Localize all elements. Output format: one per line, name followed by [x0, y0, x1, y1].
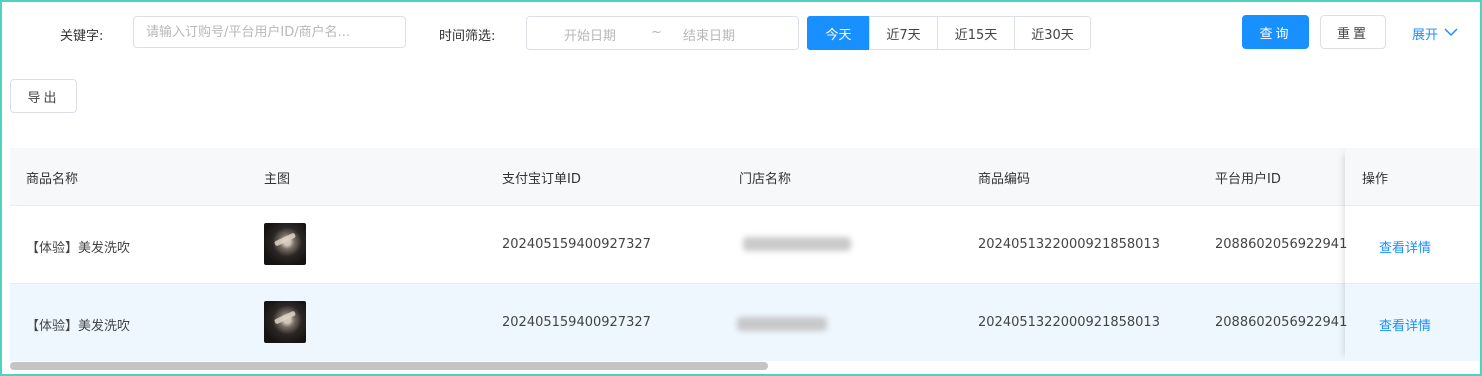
orders-table: 商品名称 主图 支付宝订单ID 门店名称 商品编码 平台用户ID 操作 【体验】…: [10, 148, 1480, 362]
quick-range-7-days[interactable]: 近7天: [869, 16, 938, 50]
column-header-platform-user-id: 平台用户ID: [1215, 172, 1281, 187]
reset-button[interactable]: 重置: [1320, 15, 1386, 49]
store-name-redacted: [743, 237, 851, 251]
quick-range-today[interactable]: 今天: [807, 16, 870, 50]
keyword-label: 关键字:: [60, 29, 104, 44]
end-date-input[interactable]: 结束日期: [683, 25, 735, 44]
column-header-product-name: 商品名称: [26, 172, 79, 187]
product-code-cell: 2024051322000921858013: [978, 315, 1160, 330]
column-header-alipay-order-id: 支付宝订单ID: [502, 172, 581, 187]
keyword-input[interactable]: [133, 16, 406, 48]
platform-user-id-cell: 2088602056922941: [1215, 315, 1348, 330]
quick-range-30-days[interactable]: 近30天: [1014, 16, 1091, 50]
order-list-panel: 关键字: 时间筛选: 开始日期 ~ 结束日期 今天 近7天 近15天 近30天 …: [0, 0, 1482, 376]
start-date-input[interactable]: 开始日期: [564, 25, 616, 44]
alipay-order-id-cell: 202405159400927327: [502, 237, 651, 252]
column-header-main-image: 主图: [264, 172, 291, 187]
quick-range-15-days[interactable]: 近15天: [937, 16, 1015, 50]
table-row: 【体验】美发洗吹 202405159400927327 202405132200…: [10, 205, 1480, 283]
alipay-order-id-cell: 202405159400927327: [502, 315, 651, 330]
quick-range-group: 今天 近7天 近15天 近30天: [807, 16, 1091, 50]
product-name-cell: 【体验】美发洗吹: [26, 241, 131, 256]
time-filter-label: 时间筛选:: [439, 29, 496, 44]
table-header: 商品名称 主图 支付宝订单ID 门店名称 商品编码 平台用户ID 操作: [10, 148, 1480, 205]
export-button[interactable]: 导出: [10, 79, 77, 113]
search-button[interactable]: 查询: [1242, 15, 1309, 49]
column-header-product-code: 商品编码: [978, 172, 1031, 187]
column-header-store-name: 门店名称: [739, 172, 792, 187]
horizontal-scrollbar[interactable]: [10, 362, 768, 370]
product-name-cell: 【体验】美发洗吹: [26, 319, 131, 334]
store-name-redacted: [737, 317, 827, 331]
product-code-cell: 2024051322000921858013: [978, 237, 1160, 252]
platform-user-id-cell: 2088602056922941: [1215, 237, 1348, 252]
date-range-picker[interactable]: 开始日期 ~ 结束日期: [526, 16, 799, 50]
expand-toggle[interactable]: 展开: [1412, 24, 1458, 43]
table-row: 【体验】美发洗吹 202405159400927327 202405132200…: [10, 283, 1480, 361]
product-thumbnail[interactable]: [264, 301, 306, 343]
product-thumbnail[interactable]: [264, 223, 306, 265]
chevron-down-icon: [1444, 26, 1458, 41]
fixed-actions-column: [1345, 148, 1480, 362]
range-separator: ~: [651, 25, 662, 40]
expand-label: 展开: [1412, 28, 1439, 43]
